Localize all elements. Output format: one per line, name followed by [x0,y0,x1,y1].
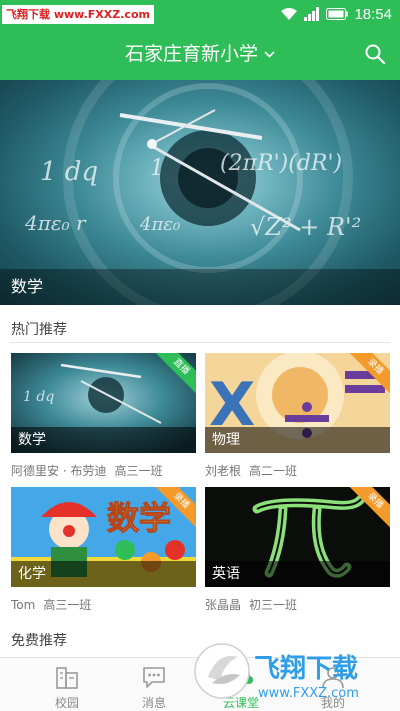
page-title: 石家庄育新小学 [124,43,258,65]
course-card-math[interactable]: 1 dq 直播 数学 [11,353,196,453]
nav-label-messages: 消息 [141,696,166,710]
status-time: 18:54 [354,5,392,23]
wifi-icon [281,8,298,20]
featured-banner[interactable]: 1 dq 1 (2πR')(dR') 4πε₀ r 4πε₀ √Z² + R'²… [0,80,400,305]
course-subject: 化学 [11,561,196,587]
class-name: 高三一班 [114,464,163,478]
class-name: 初三一班 [249,598,298,612]
course-card-physics[interactable]: X 录播 物理 [205,353,390,453]
class-name: 高二一班 [249,464,298,478]
section-title-free: 免费推荐 [11,633,67,649]
battery-icon [326,8,349,20]
teacher-name: 阿德里安 · 布劳迪 [11,464,107,478]
teacher-name: Tom [11,598,36,612]
watermark-logo-bottom: 飞翔下载 www.FXXZ.com [194,643,359,701]
svg-text:1 dq: 1 dq [23,389,54,405]
course-meta: 阿德里安 · 布劳迪 高三一班 [11,462,162,479]
course-meta: 刘老根 高二一班 [205,462,297,479]
teacher-name: 刘老根 [205,464,242,478]
signal-icon [304,7,320,21]
svg-text:1: 1 [150,156,164,181]
message-icon [143,667,165,688]
status-icons: 18:54 [280,4,392,24]
nav-campus[interactable]: 校园 [27,658,107,711]
class-name: 高三一班 [43,598,92,612]
chevron-down-icon [264,51,275,58]
watermark-logo: 飞翔下载 www.FXXZ.com [2,5,154,24]
nav-messages[interactable]: 消息 [114,658,194,711]
svg-text:1 dq: 1 dq [40,157,98,187]
app-header: 石家庄育新小学 [0,28,400,80]
svg-text:飞翔下载: 飞翔下载 [254,654,358,684]
school-selector[interactable]: 石家庄育新小学 [0,41,400,67]
svg-text:(2πR')(dR'): (2πR')(dR') [220,151,342,176]
divider [10,342,390,343]
course-card-english[interactable]: 录播 英语 [205,487,390,587]
campus-icon [56,667,78,689]
course-subject: 英语 [205,561,390,587]
banner-caption: 数学 [0,269,400,305]
course-card-chemistry[interactable]: 数学 录播 化学 [11,487,196,587]
course-meta: Tom 高三一班 [11,596,91,613]
course-subject: 数学 [11,427,196,453]
teacher-name: 张晶晶 [205,598,242,612]
svg-text:数学: 数学 [107,499,171,537]
svg-text:www.FXXZ.com: www.FXXZ.com [258,686,359,701]
svg-text:√Z² + R'²: √Z² + R'² [250,213,361,241]
course-subject: 物理 [205,427,390,453]
nav-label-campus: 校园 [54,696,79,710]
svg-text:4πε₀ r: 4πε₀ r [24,211,87,235]
section-title-hot: 热门推荐 [11,322,67,338]
course-meta: 张晶晶 初三一班 [205,596,297,613]
status-bar: 飞翔下载 www.FXXZ.com 18:54 [0,0,400,28]
search-icon[interactable] [364,43,386,65]
svg-text:4πε₀: 4πε₀ [139,214,180,235]
